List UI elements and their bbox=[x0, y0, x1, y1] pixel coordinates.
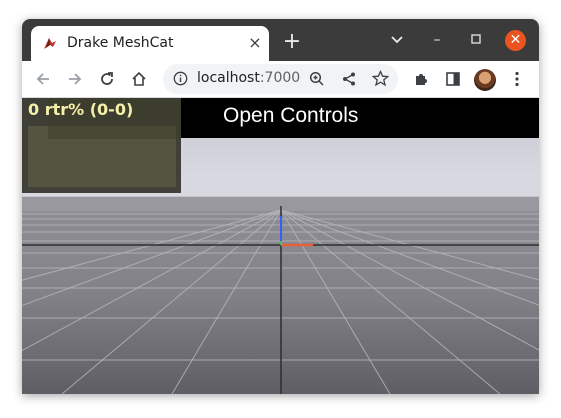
home-icon[interactable] bbox=[127, 67, 151, 91]
address-bar[interactable]: localhost:7000 bbox=[163, 64, 398, 94]
drake-logo-icon bbox=[44, 38, 56, 49]
tab-close-icon[interactable]: × bbox=[245, 32, 265, 54]
meshcat-viewport[interactable]: 0 rtr% (0-0) Open Controls bbox=[22, 98, 539, 394]
tab-search-chevron-icon[interactable] bbox=[384, 29, 410, 51]
tab-strip: Drake MeshCat × + – ✕ bbox=[22, 19, 539, 61]
kebab-menu-icon[interactable] bbox=[505, 67, 529, 91]
open-controls-button[interactable]: Open Controls bbox=[181, 98, 539, 138]
new-tab-button[interactable]: + bbox=[280, 31, 304, 55]
minimize-button[interactable]: – bbox=[424, 29, 450, 51]
stats-panel[interactable]: 0 rtr% (0-0) bbox=[22, 98, 181, 193]
arrow-right-icon[interactable] bbox=[63, 67, 87, 91]
star-icon[interactable] bbox=[371, 69, 390, 91]
side-panel-icon[interactable] bbox=[441, 67, 465, 91]
arrow-left-icon[interactable] bbox=[31, 67, 55, 91]
window-close-button[interactable]: ✕ bbox=[505, 30, 526, 51]
realtime-rate-text: 0 rtr% (0-0) bbox=[28, 100, 134, 119]
open-controls-label: Open Controls bbox=[223, 104, 359, 127]
share-icon[interactable] bbox=[341, 71, 357, 91]
reload-icon[interactable] bbox=[95, 67, 119, 91]
browser-window: Drake MeshCat × + – ✕ localhost:7000 0 r… bbox=[22, 19, 539, 394]
tab-title: Drake MeshCat bbox=[67, 35, 174, 51]
maximize-button[interactable] bbox=[463, 29, 489, 51]
profile-avatar[interactable] bbox=[474, 69, 496, 91]
tab-drake-meshcat[interactable]: Drake MeshCat × bbox=[31, 26, 269, 61]
zoom-icon[interactable] bbox=[309, 71, 325, 91]
address-text: localhost:7000 bbox=[197, 70, 301, 86]
puzzle-icon[interactable] bbox=[409, 67, 433, 91]
info-icon[interactable] bbox=[173, 71, 188, 90]
browser-toolbar: localhost:7000 bbox=[22, 61, 539, 98]
